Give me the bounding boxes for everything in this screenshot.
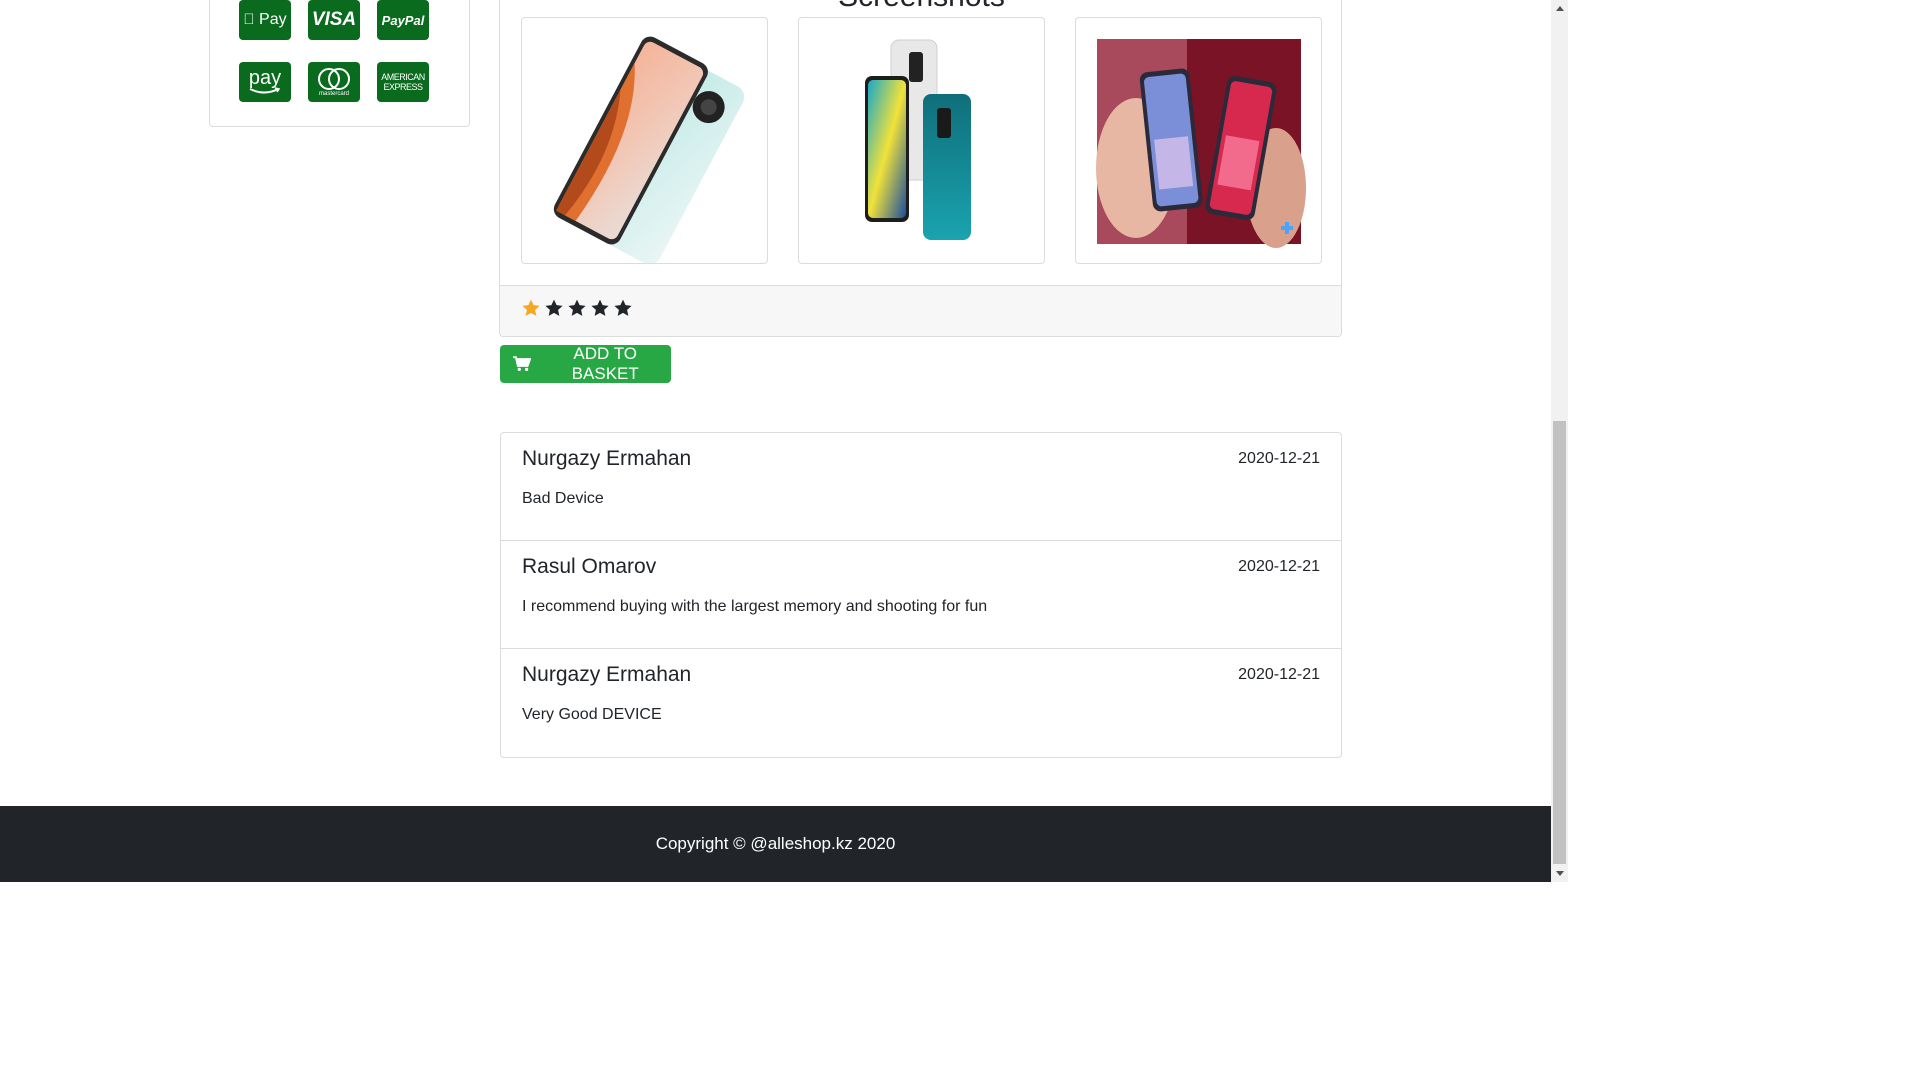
review-author: Nurgazy Ermahan xyxy=(522,663,692,686)
screenshot-3[interactable] xyxy=(1075,17,1322,264)
star-icon[interactable] xyxy=(613,298,633,318)
star-icon[interactable] xyxy=(521,298,541,318)
scroll-down-arrow-icon[interactable] xyxy=(1551,865,1568,882)
scrollbar-thumb[interactable] xyxy=(1553,421,1566,864)
page-scrollbar[interactable] xyxy=(1551,0,1568,882)
amazon-pay-label: pay xyxy=(248,67,282,89)
paypal-label: PayPal xyxy=(381,12,425,28)
scroll-up-arrow-icon[interactable] xyxy=(1551,0,1568,17)
shopping-cart-icon xyxy=(513,356,532,371)
review-date: 2020-12-21 xyxy=(1238,666,1320,683)
review-author: Nurgazy Ermahan xyxy=(522,447,692,470)
mastercard-label: mastercard xyxy=(318,91,349,97)
add-to-basket-label: ADD TO BASKET xyxy=(571,344,639,383)
product-card: Screenshots xyxy=(499,0,1342,337)
screenshot-2[interactable] xyxy=(798,17,1045,264)
review-text: I recommend buying with the largest memo… xyxy=(522,598,988,615)
paypal-icon: PayPal xyxy=(377,0,429,40)
review-text: Bad Device xyxy=(522,490,604,507)
review-date: 2020-12-21 xyxy=(1238,450,1320,467)
reviews-list: Nurgazy Ermahan 2020-12-21 Bad Device Ra… xyxy=(500,432,1342,758)
review-text: Very Good DEVICE xyxy=(522,706,662,723)
add-to-basket-button[interactable]: ADD TO BASKET xyxy=(500,344,671,383)
apple-pay-icon:  Pay xyxy=(239,0,291,40)
payment-methods-card:  Pay VISA PayPal pay mastercard AMERICA… xyxy=(209,0,470,127)
review-date: 2020-12-21 xyxy=(1238,558,1320,575)
amazon-pay-icon: pay xyxy=(239,62,291,102)
amazon-smile-icon xyxy=(249,87,281,94)
review-item: Nurgazy Ermahan 2020-12-21 Bad Device xyxy=(501,433,1341,541)
footer: Copyright © @alleshop.kz 2020 xyxy=(0,806,1551,882)
screenshots-title: Screenshots xyxy=(500,0,1341,14)
review-item: Rasul Omarov 2020-12-21 I recommend buyi… xyxy=(501,541,1341,649)
phone-image-2 xyxy=(865,39,971,240)
star-icon[interactable] xyxy=(567,298,587,318)
mastercard-icon: mastercard xyxy=(308,62,360,102)
visa-icon: VISA xyxy=(308,0,360,40)
apple-pay-label: Pay xyxy=(251,11,287,28)
star-icon[interactable] xyxy=(544,298,564,318)
visa-label: VISA xyxy=(311,9,357,30)
rating-bar xyxy=(500,285,1341,336)
review-item: Nurgazy Ermahan 2020-12-21 Very Good DEV… xyxy=(501,649,1341,757)
review-author: Rasul Omarov xyxy=(522,555,657,578)
copyright-text: Copyright © @alleshop.kz 2020 xyxy=(655,834,896,853)
american-express-icon: AMERICAN EXPRESS xyxy=(377,62,429,102)
mastercard-circles-icon xyxy=(318,68,350,90)
star-icon[interactable] xyxy=(590,298,610,318)
phone-image-1 xyxy=(553,36,745,263)
phone-image-3 xyxy=(1096,39,1306,248)
amex-label: AMERICAN EXPRESS xyxy=(381,72,425,92)
screenshot-1[interactable] xyxy=(521,17,768,264)
